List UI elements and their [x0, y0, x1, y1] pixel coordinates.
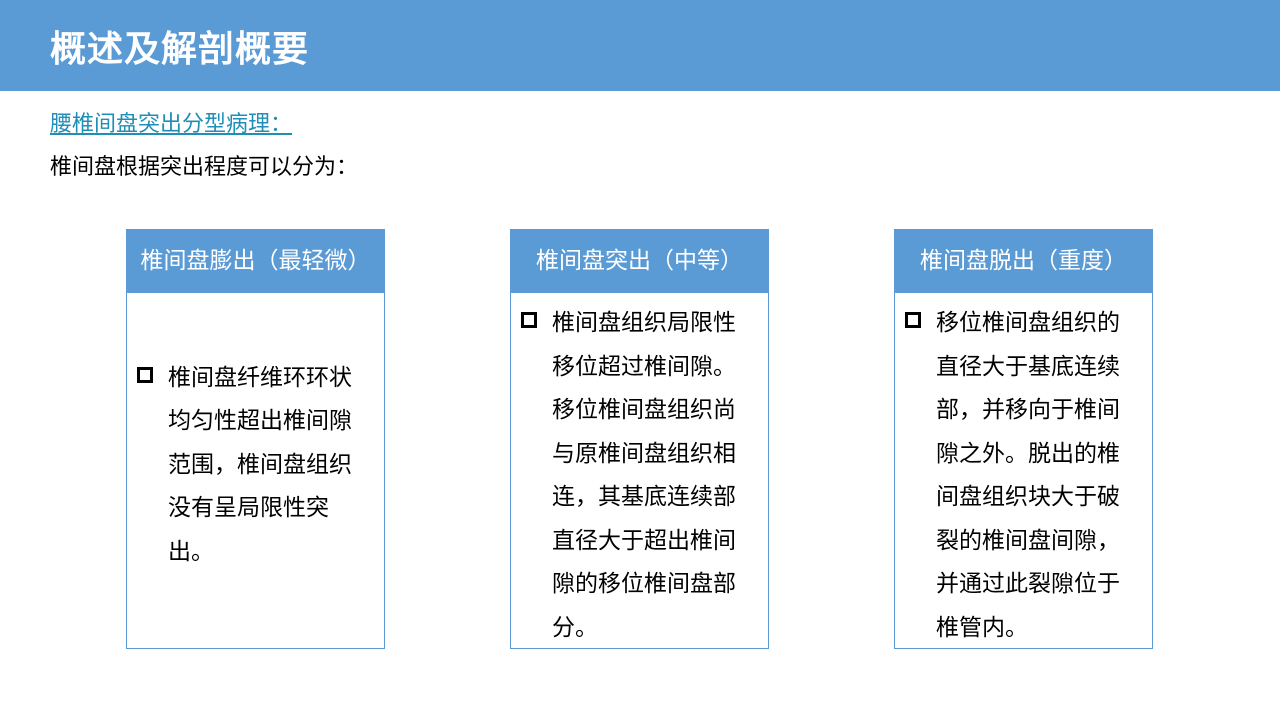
square-bullet-icon: [521, 312, 537, 328]
card-bulging: 椎间盘膨出（最轻微） 椎间盘纤维环环状均匀性超出椎间隙范围，椎间盘组织没有呈局限…: [126, 229, 385, 649]
title-bar: 概述及解剖概要: [0, 0, 1280, 91]
intro-text: 椎间盘根据突出程度可以分为：: [50, 155, 359, 180]
card-body: 椎间盘组织局限性移位超过椎间隙。移位椎间盘组织尚与原椎间盘组织相连，其基底连续部…: [511, 293, 768, 648]
card-title: 椎间盘膨出（最轻微）: [127, 230, 384, 293]
square-bullet-icon: [905, 312, 921, 328]
card-title: 椎间盘突出（中等）: [511, 230, 768, 293]
bullet-text: 移位椎间盘组织的直径大于基底连续部，并移向于椎间隙之外。脱出的椎间盘组织块大于破…: [936, 310, 1120, 641]
card-title: 椎间盘脱出（重度）: [895, 230, 1152, 293]
bullet-item: 移位椎间盘组织的直径大于基底连续部，并移向于椎间隙之外。脱出的椎间盘组织块大于破…: [895, 302, 1140, 650]
bullet-text: 椎间盘纤维环环状均匀性超出椎间隙范围，椎间盘组织没有呈局限性突出。: [168, 364, 352, 565]
bullet-item: 椎间盘组织局限性移位超过椎间隙。移位椎间盘组织尚与原椎间盘组织相连，其基底连续部…: [511, 302, 756, 650]
card-extrusion: 椎间盘脱出（重度） 移位椎间盘组织的直径大于基底连续部，并移向于椎间隙之外。脱出…: [894, 229, 1153, 649]
card-protrusion: 椎间盘突出（中等） 椎间盘组织局限性移位超过椎间隙。移位椎间盘组织尚与原椎间盘组…: [510, 229, 769, 649]
card-body: 移位椎间盘组织的直径大于基底连续部，并移向于椎间隙之外。脱出的椎间盘组织块大于破…: [895, 293, 1152, 648]
page-title: 概述及解剖概要: [50, 29, 310, 70]
bullet-item: 椎间盘纤维环环状均匀性超出椎间隙范围，椎间盘组织没有呈局限性突出。: [127, 357, 372, 575]
section-link[interactable]: 腰椎间盘突出分型病理：: [50, 110, 292, 140]
square-bullet-icon: [137, 366, 153, 383]
bullet-text: 椎间盘组织局限性移位超过椎间隙。移位椎间盘组织尚与原椎间盘组织相连，其基底连续部…: [552, 310, 736, 641]
card-body: 椎间盘纤维环环状均匀性超出椎间隙范围，椎间盘组织没有呈局限性突出。: [127, 293, 384, 648]
